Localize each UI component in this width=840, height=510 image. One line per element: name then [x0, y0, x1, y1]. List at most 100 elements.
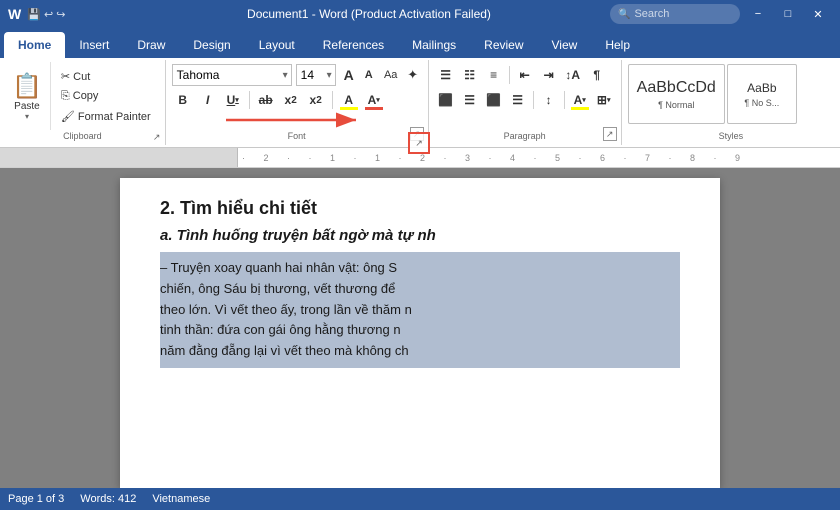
- tab-draw[interactable]: Draw: [123, 32, 179, 58]
- clear-format-button[interactable]: ✦: [404, 66, 422, 84]
- title-bar: W 💾 ↩ ↪ Document1 - Word (Product Activa…: [0, 0, 840, 28]
- ribbon-tab-bar: Home Insert Draw Design Layout Reference…: [0, 28, 840, 58]
- multilevel-list-button[interactable]: ≡: [483, 64, 505, 86]
- tab-view[interactable]: View: [538, 32, 592, 58]
- clipboard-group-label: Clipboard: [0, 131, 165, 141]
- ruler-mark: · 2 · · 1 · 1 · 2 · 3 · 4 · 5 · 6 · 7 · …: [242, 153, 748, 163]
- font-name-value: Tahoma: [177, 68, 220, 82]
- bold-button[interactable]: B: [172, 89, 194, 111]
- tab-help[interactable]: Help: [591, 32, 644, 58]
- show-marks-button[interactable]: ¶: [586, 64, 608, 86]
- minimize-button[interactable]: −: [744, 4, 772, 24]
- ruler: · 2 · · 1 · 1 · 2 · 3 · 4 · 5 · 6 · 7 · …: [0, 148, 840, 168]
- cut-icon: ✂: [61, 71, 73, 83]
- borders-button[interactable]: ⊞▾: [593, 89, 615, 111]
- cut-button[interactable]: ✂ Cut: [57, 69, 155, 84]
- sort-button[interactable]: ↕A: [562, 64, 584, 86]
- font-color-button[interactable]: A▾: [363, 89, 385, 111]
- window-controls: − □ ✕: [744, 4, 832, 24]
- line-spacing-button[interactable]: ↕: [538, 89, 560, 111]
- maximize-button[interactable]: □: [774, 4, 802, 24]
- page-info: Page 1 of 3: [8, 493, 64, 505]
- font-dialog-launcher[interactable]: ↗: [410, 127, 424, 141]
- font-size-selector[interactable]: 14: [296, 64, 336, 86]
- paragraph-dialog-launcher[interactable]: ↗: [603, 127, 617, 141]
- style-normal[interactable]: AaBbCcDd ¶ Normal: [628, 64, 725, 124]
- search-placeholder: Search: [634, 8, 669, 20]
- word-count: Words: 412: [80, 493, 136, 505]
- tab-mailings[interactable]: Mailings: [398, 32, 470, 58]
- clipboard-expand-button[interactable]: ↗: [151, 131, 163, 143]
- para-sep-2: [533, 91, 534, 109]
- tab-review[interactable]: Review: [470, 32, 537, 58]
- doc-body-line3: theo lớn. Vì vết theo ấy, trong lần về t…: [160, 300, 680, 321]
- tab-home[interactable]: Home: [4, 32, 65, 58]
- ribbon-content: 📋 Paste ▾ ✂ Cut ⎘ Copy 🖌 Format Painter: [0, 58, 840, 148]
- justify-button[interactable]: ☰: [507, 89, 529, 111]
- para-sep-3: [564, 91, 565, 109]
- tab-layout[interactable]: Layout: [245, 32, 309, 58]
- text-highlight-button[interactable]: A: [338, 89, 360, 111]
- tab-insert[interactable]: Insert: [65, 32, 123, 58]
- status-bar: Page 1 of 3 Words: 412 Vietnamese: [0, 488, 840, 510]
- doc-body-line1: – Truyện xoay quanh hai nhân vật: ông S: [160, 258, 680, 279]
- doc-body: – Truyện xoay quanh hai nhân vật: ông S …: [160, 252, 680, 368]
- paragraph-group: ☰ ☷ ≡ ⇤ ⇥ ↕A ¶ ⬛ ☰ ⬛ ☰ ↕ A▾ ⊞▾ Paragraph…: [429, 60, 622, 145]
- align-right-button[interactable]: ⬛: [483, 89, 505, 111]
- change-case-button[interactable]: Aa: [382, 66, 400, 84]
- font-decrease-button[interactable]: A: [360, 66, 378, 84]
- font-size-value: 14: [301, 68, 314, 82]
- word-logo-icon: W: [8, 6, 21, 22]
- style-no-spacing-label: ¶ No S...: [744, 98, 779, 108]
- align-left-button[interactable]: ⬛: [435, 89, 457, 111]
- quick-access-icons: 💾 ↩ ↪: [27, 8, 65, 21]
- close-button[interactable]: ✕: [804, 4, 832, 24]
- doc-subheading: a. Tình huống truyện bất ngờ mà tự nh: [160, 227, 680, 244]
- superscript-button[interactable]: x2: [305, 89, 327, 111]
- paste-icon: 📋: [12, 72, 42, 101]
- italic-button[interactable]: I: [197, 89, 219, 111]
- clipboard-group: 📋 Paste ▾ ✂ Cut ⎘ Copy 🖌 Format Painter: [0, 60, 166, 145]
- underline-button[interactable]: U▾: [222, 89, 244, 111]
- format-separator-1: [249, 91, 250, 109]
- style-normal-label: ¶ Normal: [658, 100, 694, 110]
- align-center-button[interactable]: ☰: [459, 89, 481, 111]
- font-name-selector[interactable]: Tahoma: [172, 64, 292, 86]
- document-page: 2. Tìm hiểu chi tiết a. Tình huống truyệ…: [120, 178, 720, 488]
- style-normal-preview: AaBbCcDd: [637, 78, 716, 97]
- ruler-gray-left: [0, 148, 238, 167]
- format-painter-label: Format Painter: [78, 111, 151, 123]
- search-icon: 🔍: [618, 9, 630, 20]
- para-sep-1: [509, 66, 510, 84]
- window-title: Document1 - Word (Product Activation Fai…: [128, 7, 610, 21]
- paste-button[interactable]: 📋 Paste ▾: [4, 62, 51, 130]
- doc-body-line5: năm đằng đẵng lại vì vết theo mà không c…: [160, 341, 680, 362]
- copy-button[interactable]: ⎘ Copy: [57, 89, 155, 104]
- increase-indent-button[interactable]: ⇥: [538, 64, 560, 86]
- bullets-button[interactable]: ☰: [435, 64, 457, 86]
- paste-dropdown-icon: ▾: [25, 112, 29, 121]
- subscript-button[interactable]: x2: [280, 89, 302, 111]
- font-group: Tahoma 14 A A Aa ✦ B I U▾ ab x2 x2 A A▾ …: [166, 60, 429, 145]
- shading-button[interactable]: A▾: [569, 89, 591, 111]
- style-no-spacing-preview: AaBb: [747, 81, 776, 95]
- font-increase-button[interactable]: A: [340, 66, 358, 84]
- cut-label: Cut: [73, 71, 90, 83]
- font-group-label: Font: [288, 131, 306, 141]
- style-no-spacing[interactable]: AaBb ¶ No S...: [727, 64, 797, 124]
- numbering-button[interactable]: ☷: [459, 64, 481, 86]
- styles-group-label: Styles: [719, 131, 744, 141]
- strikethrough-button[interactable]: ab: [255, 89, 277, 111]
- decrease-indent-button[interactable]: ⇤: [514, 64, 536, 86]
- copy-label: Copy: [73, 90, 99, 102]
- doc-body-line2: chiến, ông Sáu bị thương, vết thương để: [160, 279, 680, 300]
- tab-design[interactable]: Design: [179, 32, 244, 58]
- format-painter-icon: 🖌: [61, 111, 78, 123]
- format-separator-2: [332, 91, 333, 109]
- paste-label: Paste: [14, 101, 40, 112]
- copy-icon: ⎘: [61, 90, 73, 102]
- tab-references[interactable]: References: [309, 32, 398, 58]
- format-painter-button[interactable]: 🖌 Format Painter: [57, 109, 155, 124]
- title-bar-left: W 💾 ↩ ↪: [8, 6, 128, 22]
- language-indicator: Vietnamese: [152, 493, 210, 505]
